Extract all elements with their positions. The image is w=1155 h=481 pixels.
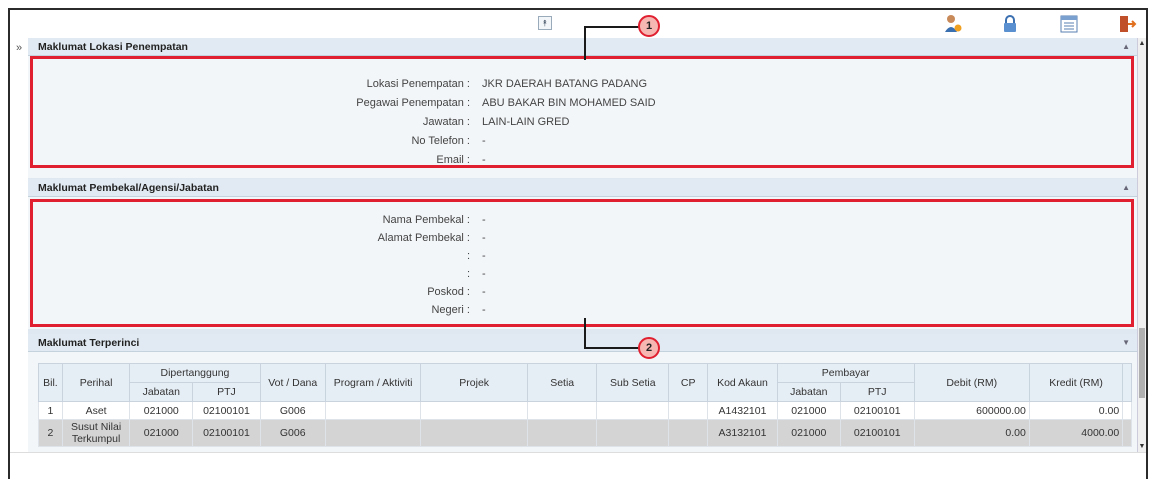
callout-1-badge: 1 <box>638 15 660 37</box>
logout-icon[interactable] <box>1116 13 1138 35</box>
highlight-box-2 <box>30 199 1134 327</box>
callout-1-line-horizontal <box>584 26 640 28</box>
cell-projek <box>420 419 528 447</box>
col-pembayar: Pembayar <box>776 363 915 383</box>
cell-kodakaun: A1432101 <box>707 401 778 420</box>
col-vot[interactable]: Vot / Dana <box>259 363 326 402</box>
cell-perihal: Susut Nilai Terkumpul <box>61 419 131 447</box>
scroll-down-icon[interactable]: ▼ <box>1138 443 1146 450</box>
cell-kredit: 0.00 <box>1028 401 1124 420</box>
col-dipertanggung: Dipertanggung <box>129 363 261 383</box>
lock-icon[interactable] <box>999 13 1021 35</box>
section-title-pembekal: Maklumat Pembekal/Agensi/Jabatan <box>38 182 219 194</box>
footer-bar <box>10 452 1146 481</box>
chevron-up-icon[interactable]: ▲ <box>1122 38 1130 56</box>
cell-vot: G006 <box>259 419 326 447</box>
col-projek[interactable]: Projek <box>420 363 528 402</box>
cell-bil: 2 <box>38 419 63 447</box>
panel-lokasi: Lokasi Penempatan : JKR DAERAH BATANG PA… <box>28 56 1137 178</box>
app-window: ⯭ » Maklumat Lokasi Penempatan ▲ Lokasi <box>8 8 1148 481</box>
col-perihal[interactable]: Perihal <box>61 363 131 402</box>
cell-subsetia <box>596 419 670 447</box>
col-debit[interactable]: Debit (RM) <box>913 363 1030 402</box>
col-pembayar-ptj[interactable]: PTJ <box>839 382 915 402</box>
col-jabatan[interactable]: Jabatan <box>129 382 194 402</box>
vertical-scrollbar[interactable]: ▲ ▼ <box>1138 38 1146 452</box>
main-content: Maklumat Lokasi Penempatan ▲ Lokasi Pene… <box>28 38 1138 452</box>
cell-pembayar-jabatan: 021000 <box>776 401 841 420</box>
cell-jabatan: 021000 <box>129 401 194 420</box>
col-ptj[interactable]: PTJ <box>192 382 261 402</box>
cell-perihal: Aset <box>61 401 131 420</box>
list-icon[interactable] <box>1058 13 1080 35</box>
section-header-pembekal[interactable]: Maklumat Pembekal/Agensi/Jabatan ▲ <box>28 179 1137 197</box>
chevron-down-icon[interactable]: ▼ <box>1122 334 1130 352</box>
callout-1-line-vertical <box>584 27 586 60</box>
section-header-lokasi[interactable]: Maklumat Lokasi Penempatan ▲ <box>28 38 1137 56</box>
cell-projek <box>420 401 528 420</box>
cell-kodakaun: A3132101 <box>707 419 778 447</box>
col-spacer <box>1122 363 1132 402</box>
highlight-box-1 <box>30 56 1134 168</box>
col-program[interactable]: Program / Aktiviti <box>324 363 422 402</box>
scrollbar-thumb[interactable] <box>1139 328 1145 398</box>
col-subsetia[interactable]: Sub Setia <box>596 363 670 402</box>
top-icon-group <box>942 13 1142 35</box>
scroll-up-icon[interactable]: ▲ <box>1138 40 1146 47</box>
cell-pembayar-ptj: 02100101 <box>839 401 915 420</box>
cell-spacer <box>1122 419 1132 447</box>
chevron-up-icon[interactable]: ▲ <box>1122 179 1130 197</box>
detail-table: Bil. Perihal Dipertanggung Vot / Dana Pr… <box>38 363 1132 447</box>
cell-program <box>324 401 422 420</box>
cell-subsetia <box>596 401 670 420</box>
table-row[interactable]: 2 Susut Nilai Terkumpul 021000 02100101 … <box>38 419 1132 447</box>
cell-spacer <box>1122 401 1132 420</box>
cell-bil: 1 <box>38 401 63 420</box>
callout-2-badge: 2 <box>638 337 660 359</box>
cell-ptj: 02100101 <box>192 419 261 447</box>
user-icon[interactable] <box>942 13 964 35</box>
callout-2-line-horizontal <box>584 347 640 349</box>
col-bil[interactable]: Bil. <box>38 363 63 402</box>
section-header-terperinci[interactable]: Maklumat Terperinci ▼ <box>28 334 1137 352</box>
section-title-terperinci: Maklumat Terperinci <box>38 337 140 349</box>
cell-debit: 600000.00 <box>913 401 1030 420</box>
col-cp[interactable]: CP <box>668 363 709 402</box>
cell-ptj: 02100101 <box>192 401 261 420</box>
cell-setia <box>526 401 598 420</box>
section-title-lokasi: Maklumat Lokasi Penempatan <box>38 41 188 53</box>
col-setia[interactable]: Setia <box>526 363 598 402</box>
cell-vot: G006 <box>259 401 326 420</box>
cell-cp <box>668 419 709 447</box>
cell-jabatan: 021000 <box>129 419 194 447</box>
panel-pembekal: Nama Pembekal : - Alamat Pembekal : - : … <box>28 197 1137 329</box>
col-pembayar-jabatan[interactable]: Jabatan <box>776 382 841 402</box>
cell-setia <box>526 419 598 447</box>
callout-2-line-vertical <box>584 318 586 348</box>
cell-cp <box>668 401 709 420</box>
top-toolbar: ⯭ <box>10 10 1146 38</box>
col-kodakaun[interactable]: Kod Akaun <box>707 363 778 402</box>
double-chevron-right-icon[interactable]: » <box>10 38 28 58</box>
table-row[interactable]: 1 Aset 021000 02100101 G006 A1432101 021… <box>38 401 1132 420</box>
cell-program <box>324 419 422 447</box>
cell-debit: 0.00 <box>913 419 1030 447</box>
table-header-row: Bil. Perihal Dipertanggung Vot / Dana Pr… <box>38 363 1132 402</box>
col-kredit[interactable]: Kredit (RM) <box>1028 363 1124 402</box>
cell-pembayar-jabatan: 021000 <box>776 419 841 447</box>
cell-pembayar-ptj: 02100101 <box>839 419 915 447</box>
cell-kredit: 4000.00 <box>1028 419 1124 447</box>
double-chevron-up-icon[interactable]: ⯭ <box>538 16 552 30</box>
